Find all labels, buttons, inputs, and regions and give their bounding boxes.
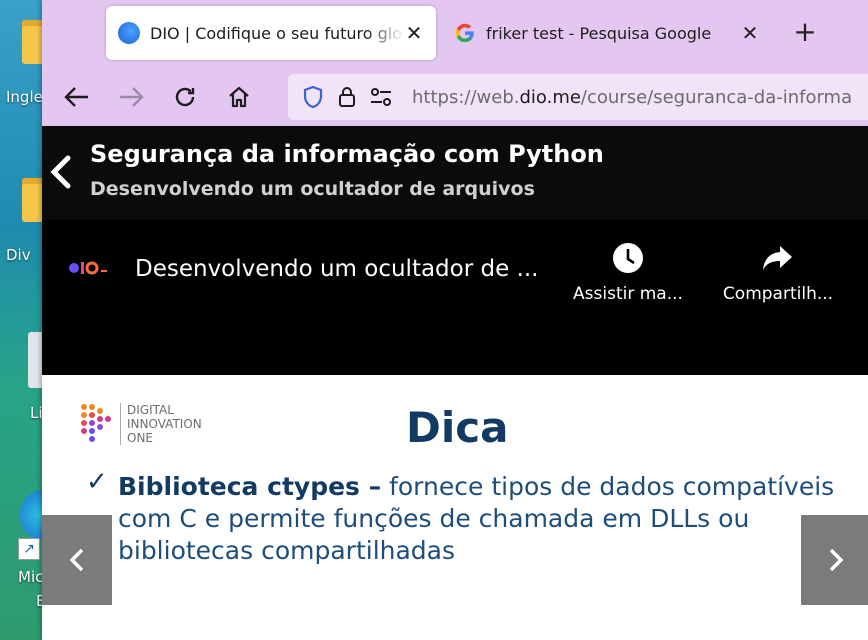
watch-later-label: Assistir ma... bbox=[573, 284, 683, 304]
tab-title: friker test - Pesquisa Google bbox=[486, 23, 712, 43]
previous-slide-button[interactable] bbox=[42, 515, 112, 605]
dio-logo-icon bbox=[78, 401, 118, 445]
brand-line: INNOVATION bbox=[127, 417, 202, 431]
close-icon[interactable]: ✕ bbox=[740, 21, 760, 45]
reload-button[interactable] bbox=[170, 82, 200, 112]
video-top-bar: Desenvolvendo um ocultador de ... Assist… bbox=[42, 220, 868, 375]
dio-favicon-icon bbox=[118, 22, 140, 44]
google-favicon-icon bbox=[454, 22, 476, 44]
home-button[interactable] bbox=[224, 82, 254, 112]
course-header: Segurança da informação com Python Desen… bbox=[42, 126, 868, 220]
arrow-left-icon bbox=[64, 87, 88, 107]
video-title[interactable]: Desenvolvendo um ocultador de ... bbox=[135, 256, 539, 282]
tab-title: DIO | Codifique o seu futuro global bbox=[150, 23, 404, 43]
forward-button[interactable] bbox=[116, 82, 146, 112]
tab-dio[interactable]: DIO | Codifique o seu futuro global ✕ bbox=[106, 6, 436, 60]
tab-google[interactable]: friker test - Pesquisa Google ✕ bbox=[442, 6, 772, 60]
chevron-left-icon bbox=[69, 548, 84, 572]
shield-icon[interactable] bbox=[296, 82, 330, 112]
reload-icon bbox=[175, 87, 195, 107]
next-slide-button[interactable] bbox=[801, 515, 868, 605]
video-player[interactable]: Desenvolvendo um ocultador de ... Assist… bbox=[42, 220, 868, 640]
url-prefix: https://web. bbox=[412, 86, 520, 108]
share-label: Compartilh... bbox=[722, 284, 834, 304]
permissions-icon[interactable] bbox=[364, 82, 398, 112]
video-slide: DIGITAL INNOVATION ONE Dica ✓ Biblioteca… bbox=[42, 375, 868, 640]
checkmark-icon: ✓ bbox=[86, 467, 108, 497]
url-text[interactable]: https://web.dio.me/course/seguranca-da-i… bbox=[412, 87, 852, 108]
share-icon bbox=[713, 240, 843, 276]
folder-icon bbox=[22, 178, 44, 222]
url-domain: dio.me bbox=[519, 86, 581, 108]
dio-brand-text: DIGITAL INNOVATION ONE bbox=[120, 403, 202, 445]
close-icon[interactable]: ✕ bbox=[404, 21, 424, 45]
lock-icon[interactable] bbox=[330, 82, 364, 112]
new-tab-button[interactable]: + bbox=[790, 18, 820, 48]
course-title: Segurança da informação com Python bbox=[90, 140, 604, 168]
desktop-icon-label: Li bbox=[30, 404, 43, 422]
bullet-bold-text: Biblioteca ctypes – bbox=[118, 472, 382, 501]
slide-bullet: Biblioteca ctypes – fornece tipos de dad… bbox=[118, 471, 838, 567]
desktop-icon-label: Mic bbox=[18, 568, 44, 586]
lesson-subtitle: Desenvolvendo um ocultador de arquivos bbox=[90, 178, 535, 200]
dio-channel-logo-icon[interactable] bbox=[68, 258, 112, 278]
home-icon bbox=[229, 86, 249, 108]
share-button[interactable]: Compartilh... bbox=[713, 240, 843, 304]
chevron-right-icon bbox=[829, 548, 844, 572]
brand-line: DIGITAL bbox=[127, 403, 174, 417]
tab-strip: DIO | Codifique o seu futuro global ✕ fr… bbox=[42, 0, 868, 68]
back-button[interactable] bbox=[62, 82, 92, 112]
folder-icon bbox=[22, 20, 44, 64]
desktop-icon-label: Ingle bbox=[6, 88, 43, 106]
slide-heading: Dica bbox=[406, 403, 509, 452]
brand-line: ONE bbox=[127, 431, 154, 445]
clock-icon bbox=[563, 240, 693, 276]
chevron-left-icon bbox=[50, 155, 71, 189]
address-bar[interactable]: https://web.dio.me/course/seguranca-da-i… bbox=[288, 74, 868, 120]
url-path: /course/seguranca-da-informa bbox=[580, 86, 853, 108]
watch-later-button[interactable]: Assistir ma... bbox=[563, 240, 693, 304]
desktop-icon-label: Div bbox=[6, 246, 31, 264]
course-back-button[interactable] bbox=[48, 154, 74, 190]
shortcut-arrow-icon: ↗ bbox=[18, 538, 40, 560]
arrow-right-icon bbox=[120, 87, 144, 107]
browser-window: DIO | Codifique o seu futuro global ✕ fr… bbox=[42, 0, 868, 640]
edge-icon bbox=[20, 490, 44, 540]
navigation-bar: https://web.dio.me/course/seguranca-da-i… bbox=[42, 68, 868, 126]
